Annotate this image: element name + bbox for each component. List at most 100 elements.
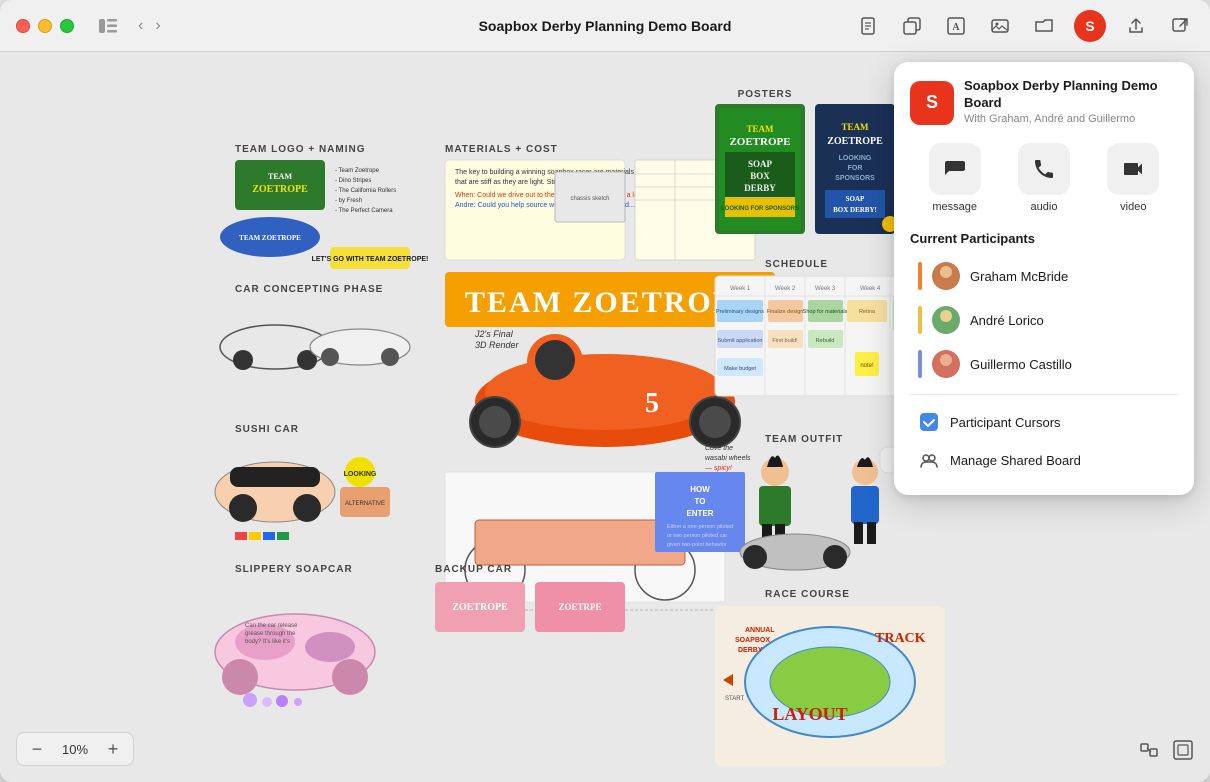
message-button[interactable]: message: [929, 143, 981, 213]
participant-cursors-check-icon: [918, 411, 940, 433]
svg-text:body? It's like it's: body? It's like it's: [245, 639, 290, 645]
svg-text:- by Fresh: - by Fresh: [335, 198, 362, 204]
svg-text:TO: TO: [695, 497, 706, 506]
folder-tool-button[interactable]: [1030, 12, 1058, 40]
svg-text:ENTER: ENTER: [686, 509, 713, 518]
participant-color-bar-guillermo: [918, 350, 922, 378]
svg-text:grease through the: grease through the: [245, 631, 296, 637]
svg-text:TEAM LOGO + NAMING: TEAM LOGO + NAMING: [235, 144, 366, 155]
svg-text:or two person piloted car: or two person piloted car: [667, 533, 727, 539]
svg-text:Week 1: Week 1: [730, 286, 751, 292]
svg-text:Preliminary designs: Preliminary designs: [716, 309, 764, 315]
svg-text:SLIPPERY SOAPCAR: SLIPPERY SOAPCAR: [235, 564, 353, 575]
minimize-button[interactable]: [38, 19, 52, 33]
audio-label: audio: [1031, 201, 1058, 213]
external-link-button[interactable]: [1166, 12, 1194, 40]
svg-text:- The Perfect Camera: - The Perfect Camera: [335, 208, 393, 214]
svg-text:TRACK: TRACK: [875, 631, 926, 646]
participant-color-bar-andre: [918, 306, 922, 334]
text-tool-button[interactable]: A: [942, 12, 970, 40]
svg-text:DERBY: DERBY: [744, 183, 776, 193]
user-avatar-button[interactable]: S: [1074, 10, 1106, 42]
svg-text:RACE COURSE: RACE COURSE: [765, 589, 850, 600]
svg-text:Can the car release: Can the car release: [245, 623, 298, 629]
board-members: With Graham, André and Guillermo: [964, 112, 1178, 127]
svg-text:MATERIALS + COST: MATERIALS + COST: [445, 144, 558, 155]
zoom-out-button[interactable]: −: [25, 737, 49, 761]
svg-text:DERBY: DERBY: [738, 647, 763, 654]
participant-name-andre: André Lorico: [970, 313, 1044, 328]
svg-text:Either a one-person piloted: Either a one-person piloted: [667, 524, 733, 530]
svg-text:SPONSORS: SPONSORS: [835, 175, 875, 182]
svg-text:FOR: FOR: [848, 165, 863, 172]
participant-name-guillermo: Guillermo Castillo: [970, 357, 1072, 372]
navigation-buttons: ‹ ›: [134, 15, 165, 37]
svg-text:Retina: Retina: [859, 309, 876, 315]
participant-item-andre: André Lorico: [910, 300, 1178, 340]
close-button[interactable]: [16, 19, 30, 33]
zoom-toolbar: − 10% +: [16, 732, 134, 766]
svg-text:Week 3: Week 3: [815, 286, 836, 292]
svg-text:- The California Rollers: - The California Rollers: [335, 188, 396, 194]
audio-button[interactable]: audio: [1018, 143, 1070, 213]
svg-text:TEAM: TEAM: [842, 122, 870, 132]
app-window: ‹ › Soapbox Derby Planning Demo Board: [0, 0, 1210, 782]
participants-section-title: Current Participants: [910, 231, 1178, 246]
svg-text:BOX DERBY!: BOX DERBY!: [833, 206, 877, 214]
video-label: video: [1120, 201, 1146, 213]
board-name: Soapbox Derby Planning Demo Board: [964, 78, 1178, 112]
svg-text:HOW: HOW: [690, 485, 710, 494]
participant-avatar-andre: [932, 306, 960, 334]
svg-text:ALTERNATIVE: ALTERNATIVE: [345, 501, 385, 507]
share-button[interactable]: [1122, 12, 1150, 40]
svg-text:SOAP: SOAP: [846, 195, 865, 203]
zoom-in-button[interactable]: +: [101, 737, 125, 761]
svg-text:5: 5: [645, 388, 659, 419]
svg-text:J2's Final: J2's Final: [474, 329, 514, 339]
participant-avatar-guillermo: [932, 350, 960, 378]
fit-to-screen-button[interactable]: [1138, 739, 1160, 766]
communication-actions: message audio video: [910, 143, 1178, 213]
participant-list: Graham McBride André Lorico Guillermo Ca…: [910, 256, 1178, 384]
forward-button[interactable]: ›: [151, 15, 164, 37]
board-icon: S: [910, 81, 954, 125]
participant-cursors-menu-item[interactable]: Participant Cursors: [910, 403, 1178, 441]
svg-text:Make budget: Make budget: [724, 366, 756, 372]
window-title: Soapbox Derby Planning Demo Board: [479, 18, 732, 34]
message-icon: [929, 143, 981, 195]
participant-avatar-graham: [932, 262, 960, 290]
document-tool-button[interactable]: [854, 12, 882, 40]
svg-text:note!: note!: [860, 363, 874, 369]
popover-header: S Soapbox Derby Planning Demo Board With…: [910, 78, 1178, 127]
maximize-button[interactable]: [60, 19, 74, 33]
sidebar-toggle-button[interactable]: [94, 15, 122, 37]
audio-icon: [1018, 143, 1070, 195]
svg-text:- Dino Stripes: - Dino Stripes: [335, 178, 371, 184]
collaboration-popover: S Soapbox Derby Planning Demo Board With…: [894, 62, 1194, 495]
video-icon: [1107, 143, 1159, 195]
svg-text:SOAPBOX: SOAPBOX: [735, 637, 770, 644]
message-label: message: [932, 201, 977, 213]
svg-text:START: START: [725, 696, 744, 702]
participant-item-guillermo: Guillermo Castillo: [910, 344, 1178, 384]
manage-shared-board-menu-item[interactable]: Manage Shared Board: [910, 441, 1178, 479]
titlebar: ‹ › Soapbox Derby Planning Demo Board: [0, 0, 1210, 52]
participant-item-graham: Graham McBride: [910, 256, 1178, 296]
svg-text:TEAM ZOETROPE: TEAM ZOETROPE: [239, 234, 301, 242]
video-button[interactable]: video: [1107, 143, 1159, 213]
svg-text:TEAM OUTFIT: TEAM OUTFIT: [765, 434, 843, 445]
svg-text:Rebuild: Rebuild: [816, 338, 835, 344]
svg-text:BOX: BOX: [750, 171, 770, 181]
svg-text:TEAM ZOETROPE: TEAM ZOETROPE: [465, 286, 755, 319]
svg-text:POSTERS: POSTERS: [738, 89, 793, 100]
svg-text:Week 4: Week 4: [860, 286, 881, 292]
participant-color-bar-graham: [918, 262, 922, 290]
image-tool-button[interactable]: [986, 12, 1014, 40]
svg-text:chassis sketch: chassis sketch: [570, 196, 609, 202]
svg-text:TEAM: TEAM: [268, 172, 292, 181]
copy-tool-button[interactable]: [898, 12, 926, 40]
svg-text:Submit application: Submit application: [718, 338, 763, 344]
bottom-right-toolbar: [1138, 739, 1194, 766]
fullscreen-button[interactable]: [1172, 739, 1194, 766]
back-button[interactable]: ‹: [134, 15, 147, 37]
